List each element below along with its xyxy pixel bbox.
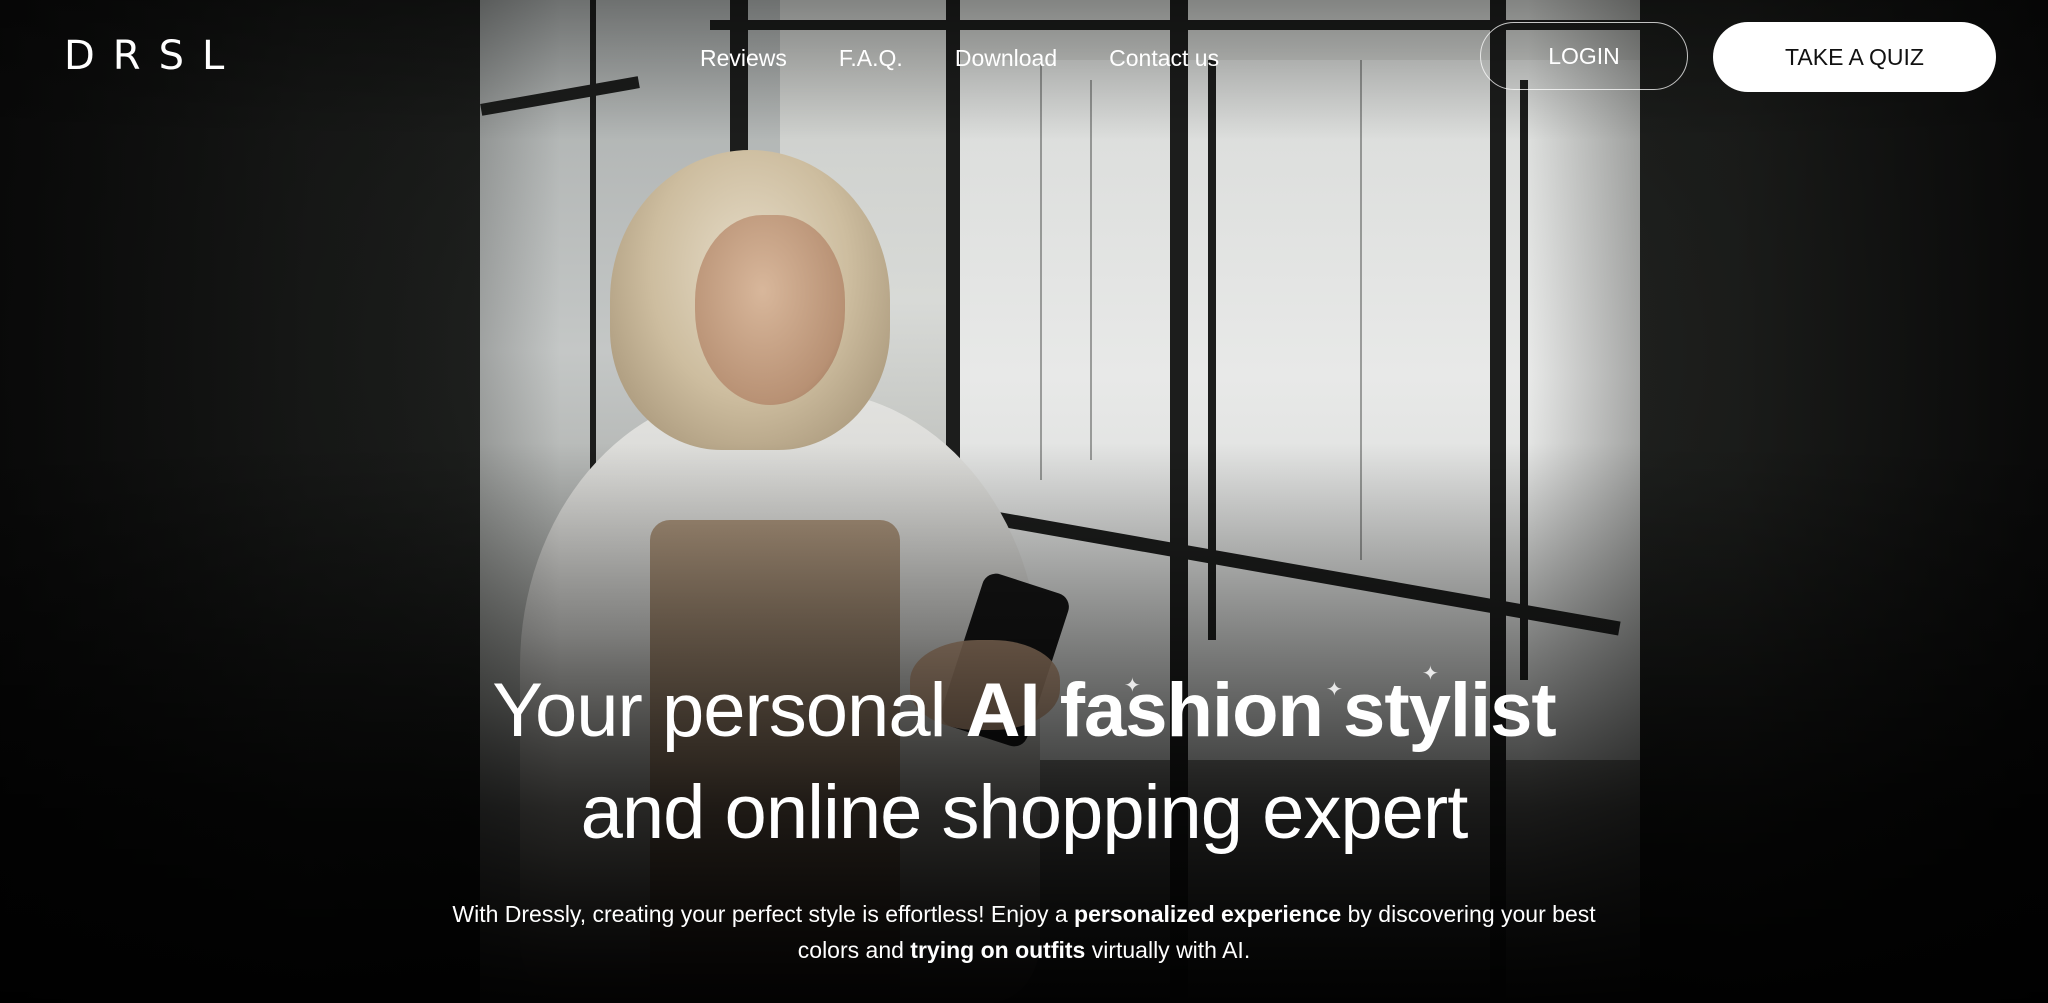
nav-reviews[interactable]: Reviews [700,40,787,76]
nav-contact-us[interactable]: Contact us [1109,40,1219,76]
hero-headline: Your personal AI fashion stylist and onl… [0,660,2048,864]
headline-line-2: and online shopping expert [580,770,1469,855]
headline-bold-text: AI fashion stylist [965,668,1557,753]
hero-section: DRSL Reviews F.A.Q. Download Contact us … [0,0,2048,1003]
login-button[interactable]: LOGIN [1480,22,1688,90]
hero-description: With Dressly, creating your perfect styl… [452,901,1596,963]
take-quiz-button[interactable]: TAKE A QUIZ [1713,22,1996,92]
person-face [695,215,845,405]
main-nav: Reviews F.A.Q. Download Contact us [700,40,1271,76]
headline-line-1: Your personal AI fashion stylist [0,660,2048,762]
headline-light-text: Your personal [492,668,966,753]
logo[interactable]: DRSL [64,32,242,80]
sparkle-icon: ✦ [1422,663,1439,685]
nav-download[interactable]: Download [955,40,1057,76]
sparkle-icon: ✦ [1326,679,1343,701]
sparkle-icon: ✦ [1124,675,1141,697]
nav-faq[interactable]: F.A.Q. [839,40,903,76]
